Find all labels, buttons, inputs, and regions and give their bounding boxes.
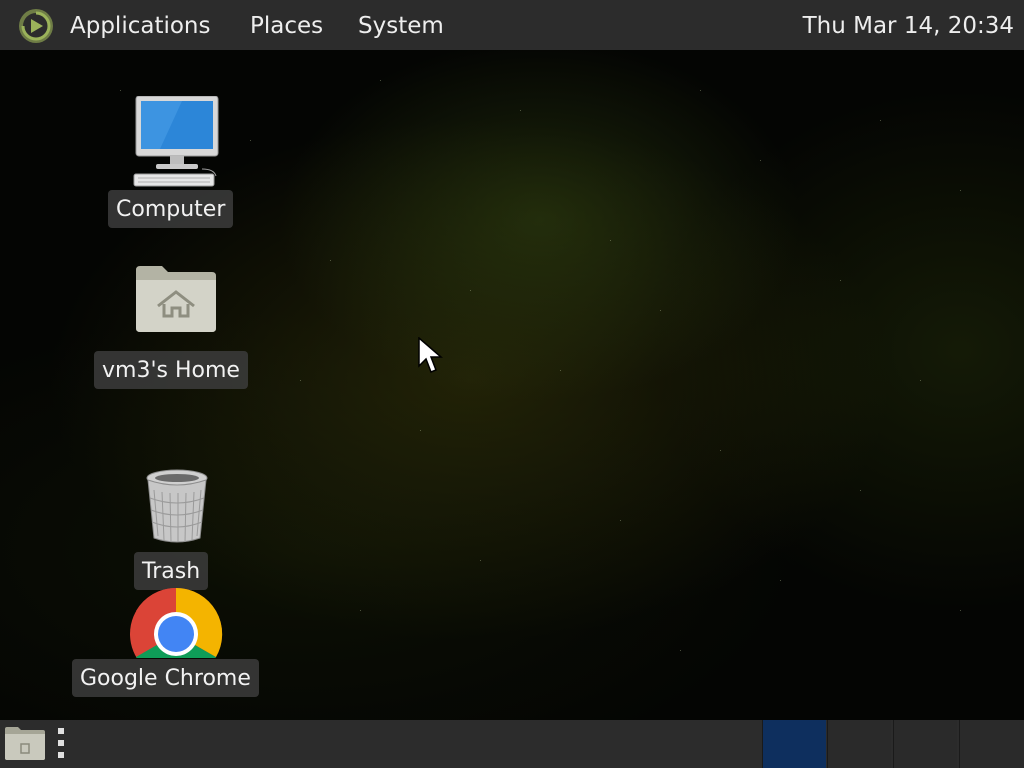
places-menu[interactable]: Places bbox=[250, 0, 323, 50]
workspace-4[interactable] bbox=[959, 720, 1024, 768]
computer-icon bbox=[133, 96, 219, 187]
desktop-icon-computer[interactable]: Computer bbox=[100, 92, 252, 232]
desktop-icon-label: Computer bbox=[108, 190, 234, 228]
workspace-3[interactable] bbox=[893, 720, 957, 768]
bottom-panel bbox=[0, 720, 1024, 768]
workspace-2[interactable] bbox=[827, 720, 891, 768]
panel-handle[interactable] bbox=[56, 728, 66, 762]
desktop-icon-google-chrome[interactable]: Google Chrome bbox=[72, 586, 284, 698]
applications-menu[interactable]: Applications bbox=[70, 0, 211, 50]
desktop-icon-home[interactable]: vm3's Home bbox=[94, 258, 262, 392]
desktop-icon-label: vm3's Home bbox=[94, 351, 248, 389]
mouse-pointer-icon bbox=[418, 337, 444, 373]
workspace-1[interactable] bbox=[762, 720, 826, 768]
home-folder-icon bbox=[136, 266, 216, 332]
show-desktop-icon[interactable] bbox=[4, 724, 46, 762]
desktop-icon-label: Google Chrome bbox=[72, 659, 259, 697]
mate-menu-logo-icon[interactable] bbox=[16, 6, 56, 46]
clock[interactable]: Thu Mar 14, 20:34 bbox=[803, 0, 1014, 50]
system-menu[interactable]: System bbox=[358, 0, 444, 50]
desktop-icon-trash[interactable]: Trash bbox=[134, 466, 220, 590]
desktop-icon-label: Trash bbox=[134, 552, 209, 590]
top-panel: Applications Places System Thu Mar 14, 2… bbox=[0, 0, 1024, 50]
chrome-icon bbox=[130, 587, 223, 658]
trash-icon bbox=[146, 469, 208, 543]
